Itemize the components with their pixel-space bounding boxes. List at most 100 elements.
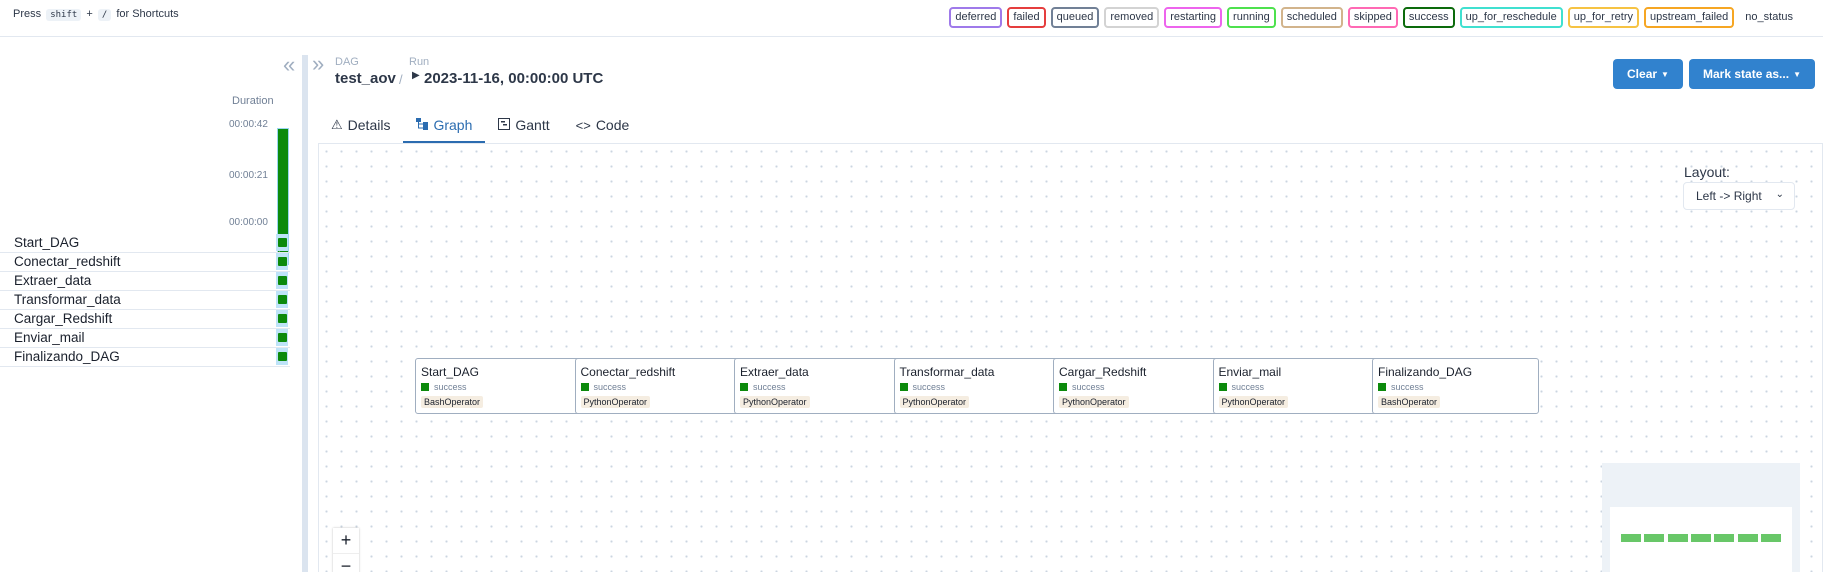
zoom-out-button[interactable]: − [333,554,359,572]
code-icon: <> [575,117,591,133]
top-bar: Press shift + / for Shortcuts deferred fa… [0,0,1823,37]
warning-icon: ⚠ [331,117,343,132]
tab-label: Details [347,117,391,133]
task-instance-status[interactable] [276,253,288,270]
dag-id-link[interactable]: test_aov [335,70,396,87]
task-instance-status[interactable] [276,310,288,327]
legend-chip-up-for-reschedule[interactable]: up_for_reschedule [1459,7,1563,28]
task-instance-status[interactable] [276,329,288,346]
task-row[interactable]: Transformar_data [0,291,290,310]
shortcut-plus: + [86,8,93,20]
legend-chip-no-status[interactable]: no_status [1739,7,1799,28]
minimap-node [1690,534,1711,542]
task-row[interactable]: Start_DAG [0,234,290,253]
state-legend: deferred failed queued removed restarting run… [949,7,1799,28]
graph-node[interactable]: Extraer_data success PythonOperator [734,358,901,414]
node-state: success [1218,382,1265,392]
node-state-label: success [753,382,786,392]
minimap-node [1667,534,1688,542]
dag-label: DAG [335,56,359,68]
tab-graph[interactable]: Graph [403,109,486,143]
clear-button[interactable]: Clear ▼ [1613,59,1683,89]
task-row[interactable]: Cargar_Redshift [0,310,290,329]
node-state: success [1378,382,1424,392]
node-task-name: Conectar_redshift [580,365,676,379]
node-state: success [580,382,626,392]
legend-chip-upstream-failed[interactable]: upstream_failed [1644,7,1735,28]
node-state-label: success [1231,382,1265,392]
legend-chip-success[interactable]: success [1402,7,1455,28]
tab-gantt[interactable]: Gantt [485,109,562,141]
task-instance-status[interactable] [276,291,288,308]
success-status-square [740,383,748,391]
graph-node[interactable]: Transformar_data success PythonOperator [893,358,1061,414]
graph-node[interactable]: Finalizando_DAG success BashOperator [1372,358,1539,414]
node-task-name: Transformar_data [899,365,995,379]
task-name[interactable]: Extraer_data [14,273,91,288]
layout-select[interactable]: Left -> Right ⌄ [1683,182,1795,210]
task-instance-status[interactable] [276,234,288,251]
graph-node[interactable]: Cargar_Redshift success PythonOperator [1053,358,1220,414]
legend-chip-restarting[interactable]: restarting [1164,7,1223,28]
graph-node[interactable]: Start_DAG success BashOperator [415,358,582,414]
legend-chip-skipped[interactable]: skipped [1347,7,1398,28]
legend-chip-removed[interactable]: removed [1104,7,1160,28]
node-operator-badge: PythonOperator [740,396,810,408]
success-status-square [278,333,287,342]
duration-tick: 00:00:42 [229,119,268,130]
shortcut-hint: Press shift + / for Shortcuts [13,8,179,21]
task-name[interactable]: Transformar_data [14,292,121,307]
legend-chip-up-for-retry[interactable]: up_for_retry [1567,7,1640,28]
mark-state-button[interactable]: Mark state as... ▼ [1689,59,1815,89]
legend-chip-running[interactable]: running [1227,7,1276,28]
legend-chip-queued[interactable]: queued [1050,7,1100,28]
graph-node[interactable]: Conectar_redshiftsuccess PythonOperator [574,358,742,414]
success-status-square [278,314,287,323]
tab-code[interactable]: <> Code [563,109,643,141]
task-name[interactable]: Enviar_mail [14,330,85,345]
task-row[interactable]: Extraer_data [0,272,290,291]
node-operator-badge: PythonOperator [1218,396,1289,408]
zoom-in-button[interactable]: + [333,528,359,554]
success-status-square [1218,383,1227,391]
legend-chip-scheduled[interactable]: scheduled [1280,7,1343,28]
task-row[interactable]: Enviar_mail [0,329,290,348]
run-label: Run [409,56,430,68]
duration-label: Duration [232,95,274,107]
task-row[interactable]: Conectar_redshift [0,253,290,272]
expand-grid-icon[interactable]: » [312,53,324,75]
graph-minimap[interactable] [1602,463,1800,572]
node-operator-badge: PythonOperator [580,396,651,408]
legend-chip-failed[interactable]: failed [1007,7,1046,28]
node-state-label: success [912,382,946,392]
task-name[interactable]: Finalizando_DAG [14,349,120,364]
breadcrumb-separator: / [399,72,403,87]
graph-icon [416,117,429,133]
shortcut-press: Press [13,8,42,20]
slash-key: / [97,9,112,21]
task-list: Start_DAG Conectar_redshift Extraer_data Tr… [0,234,290,367]
legend-chip-deferred[interactable]: deferred [949,7,1003,28]
minimap-node [1644,534,1665,542]
graph-canvas[interactable]: Layout: Left -> Right ⌄ + − Start_DAG suc… [318,143,1823,572]
task-instance-status[interactable] [276,348,288,365]
task-instance-status[interactable] [276,272,288,289]
panel-resizer[interactable] [302,55,308,572]
collapse-grid-icon[interactable]: « [283,54,295,76]
success-status-square [278,276,287,285]
zoom-controls: + − [333,528,359,572]
node-operator-badge: PythonOperator [1059,396,1129,408]
node-state: success [421,382,467,392]
detail-tabs: ⚠ Details Graph Gantt <> Code [318,109,642,143]
run-id-link[interactable]: 2023-11-16, 00:00:00 UTC [424,70,603,87]
task-name[interactable]: Conectar_redshift [14,254,121,269]
node-state: success [899,382,946,392]
task-name[interactable]: Cargar_Redshift [14,311,112,326]
success-status-square [899,383,908,391]
graph-node[interactable]: Enviar_mail success PythonOperator [1212,358,1380,414]
tab-details[interactable]: ⚠ Details [318,109,403,141]
layout-label: Layout: [1684,164,1730,180]
shift-key: shift [46,9,82,21]
task-row[interactable]: Finalizando_DAG [0,348,290,367]
task-name[interactable]: Start_DAG [14,235,79,250]
